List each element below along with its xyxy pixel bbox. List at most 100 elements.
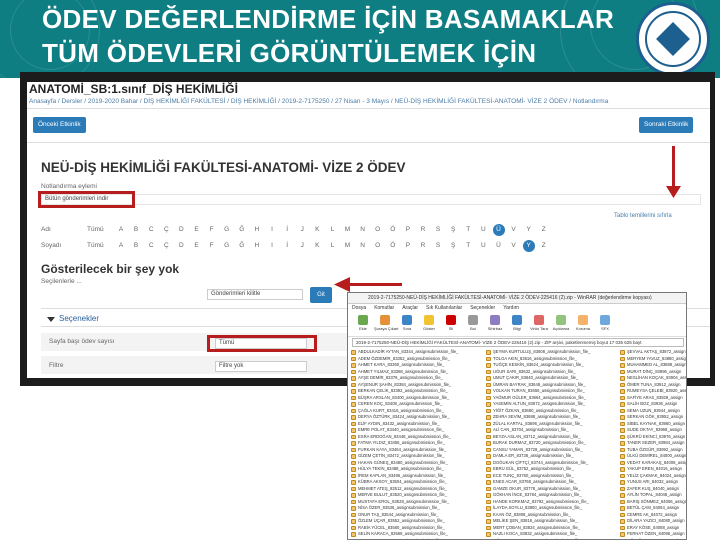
collapse-triangle-icon (47, 317, 55, 322)
last-name-letter-13[interactable]: K (311, 239, 323, 253)
winrar-toolbar-button[interactable]: Bul (464, 315, 482, 335)
filter-select[interactable]: Filtre yok (215, 361, 307, 372)
last-name-letter-2[interactable]: C (145, 239, 157, 253)
first-name-letter-14[interactable]: L (326, 223, 338, 237)
first-name-letter-20[interactable]: R (417, 223, 429, 237)
winrar-menu-item[interactable]: Araçlar (402, 305, 418, 311)
first-name-letter-2[interactable]: C (145, 223, 157, 237)
last-name-letter-22[interactable]: Ş (447, 239, 459, 253)
last-name-letter-16[interactable]: N (357, 239, 369, 253)
first-name-letter-7[interactable]: G (221, 223, 233, 237)
first-name-letter-9[interactable]: H (251, 223, 263, 237)
last-name-letter-10[interactable]: I (266, 239, 278, 253)
first-name-letter-18[interactable]: Ö (387, 223, 399, 237)
winrar-menu-item[interactable]: Seçenekler (470, 305, 495, 311)
reset-table-link[interactable]: Tablo temillerini sıfırla (614, 213, 672, 219)
file-icon (351, 473, 356, 478)
first-name-letter-27[interactable]: Y (523, 223, 535, 237)
first-name-all[interactable]: Tümü (87, 226, 104, 233)
selection-action-select[interactable]: Gönderimleri kilitle (207, 289, 303, 300)
first-name-letter-5[interactable]: E (191, 223, 203, 237)
last-name-letter-19[interactable]: P (402, 239, 414, 253)
last-name-letter-5[interactable]: E (191, 239, 203, 253)
first-name-letter-19[interactable]: P (402, 223, 414, 237)
winrar-menu-item[interactable]: Yardım (503, 305, 519, 311)
winrar-toolbar-button[interactable]: Açıklama (552, 315, 570, 335)
last-name-letter-23[interactable]: T (462, 239, 474, 253)
last-name-letter-6[interactable]: F (206, 239, 218, 253)
toolbar-label: Açıklama (552, 326, 570, 331)
last-name-letter-21[interactable]: S (432, 239, 444, 253)
first-name-letter-3[interactable]: Ç (160, 223, 172, 237)
file-icon (351, 421, 356, 426)
first-name-letter-28[interactable]: Z (538, 223, 550, 237)
first-name-letter-0[interactable]: A (115, 223, 127, 237)
toolbar-icon (468, 315, 478, 325)
first-name-letter-24[interactable]: U (477, 223, 489, 237)
winrar-toolbar-button[interactable]: Sına (398, 315, 416, 335)
winrar-toolbar-button[interactable]: Şuraya Çıkart (374, 315, 398, 335)
last-name-letter-9[interactable]: H (251, 239, 263, 253)
file-icon (351, 480, 356, 485)
last-name-letter-24[interactable]: U (477, 239, 489, 253)
last-name-letter-3[interactable]: Ç (160, 239, 172, 253)
winrar-toolbar-button[interactable]: Koruma (574, 315, 592, 335)
winrar-toolbar-button[interactable]: Virüs Tara (530, 315, 548, 335)
previous-activity-button[interactable]: Önceki Etkinlik (33, 117, 86, 133)
first-name-letter-17[interactable]: O (372, 223, 384, 237)
first-name-letter-26[interactable]: V (508, 223, 520, 237)
last-name-letter-8[interactable]: Ğ (236, 239, 248, 253)
winrar-toolbar-button[interactable]: Sil (442, 315, 460, 335)
last-name-letter-4[interactable]: D (175, 239, 187, 253)
breadcrumb[interactable]: Anasayfa / Dersler / 2019-2020 Bahar / D… (29, 98, 608, 105)
winrar-menu-item[interactable]: Komutlar (374, 305, 394, 311)
last-name-letter-27[interactable]: Y (522, 240, 535, 252)
grading-action-select[interactable]: Bütün gönderimleri indir (41, 194, 701, 205)
winrar-toolbar-button[interactable]: Bilgi (508, 315, 526, 335)
highlight-box-per-page (207, 335, 317, 352)
last-name-letter-20[interactable]: R (417, 239, 429, 253)
first-name-letter-12[interactable]: J (296, 223, 308, 237)
last-name-letter-18[interactable]: Ö (387, 239, 399, 253)
first-name-letter-10[interactable]: I (266, 223, 278, 237)
winrar-toolbar-button[interactable]: SFX (596, 315, 614, 335)
first-name-letter-22[interactable]: Ş (447, 223, 459, 237)
last-name-letter-25[interactable]: Ü (493, 239, 505, 253)
last-name-letter-26[interactable]: V (508, 239, 520, 253)
last-name-letter-7[interactable]: G (221, 239, 233, 253)
first-name-letter-21[interactable]: S (432, 223, 444, 237)
first-name-letter-11[interactable]: İ (281, 223, 293, 237)
winrar-toolbar-button[interactable]: Göster (420, 315, 438, 335)
first-name-letter-15[interactable]: M (342, 223, 354, 237)
first-name-letter-16[interactable]: N (357, 223, 369, 237)
last-name-letter-17[interactable]: O (372, 239, 384, 253)
file-icon (486, 532, 491, 537)
presentation-slide: ÖDEV DEĞERLENDİRME İÇİN BASAMAKLAR TÜM Ö… (0, 0, 720, 540)
file-icon (486, 447, 491, 452)
first-name-letter-13[interactable]: K (311, 223, 323, 237)
toolbar-label: Sına (402, 326, 412, 331)
last-name-letter-28[interactable]: Z (538, 239, 550, 253)
first-name-letter-1[interactable]: B (130, 223, 142, 237)
last-name-letter-0[interactable]: A (115, 239, 127, 253)
last-name-letter-14[interactable]: L (326, 239, 338, 253)
winrar-menu-item[interactable]: Dosya (352, 305, 366, 311)
last-name-letter-11[interactable]: İ (281, 239, 293, 253)
toolbar-icon (424, 315, 434, 325)
last-name-all[interactable]: Tümü (87, 242, 104, 249)
winrar-menu-item[interactable]: Sık Kullanılanlar (426, 305, 462, 311)
first-name-letter-6[interactable]: F (206, 223, 218, 237)
first-name-letter-23[interactable]: T (462, 223, 474, 237)
first-name-letter-8[interactable]: Ğ (236, 223, 248, 237)
winrar-toolbar-button[interactable]: Ekle (354, 315, 372, 335)
file-icon (486, 376, 491, 381)
go-button[interactable]: Git (310, 287, 332, 303)
last-name-letter-15[interactable]: M (342, 239, 354, 253)
last-name-letter-1[interactable]: B (130, 239, 142, 253)
next-activity-button[interactable]: Sonraki Etkinlik (639, 117, 694, 133)
first-name-letter-4[interactable]: D (175, 223, 187, 237)
winrar-toolbar-button[interactable]: Sihirbaz (486, 315, 504, 335)
first-name-letter-25[interactable]: Ü (492, 224, 505, 236)
last-name-letter-12[interactable]: J (296, 239, 308, 253)
archive-path-field[interactable]: 2019-2-7175250-NEÜ-DİŞ HEKİMLİĞİ FAKÜLTE… (352, 338, 684, 347)
